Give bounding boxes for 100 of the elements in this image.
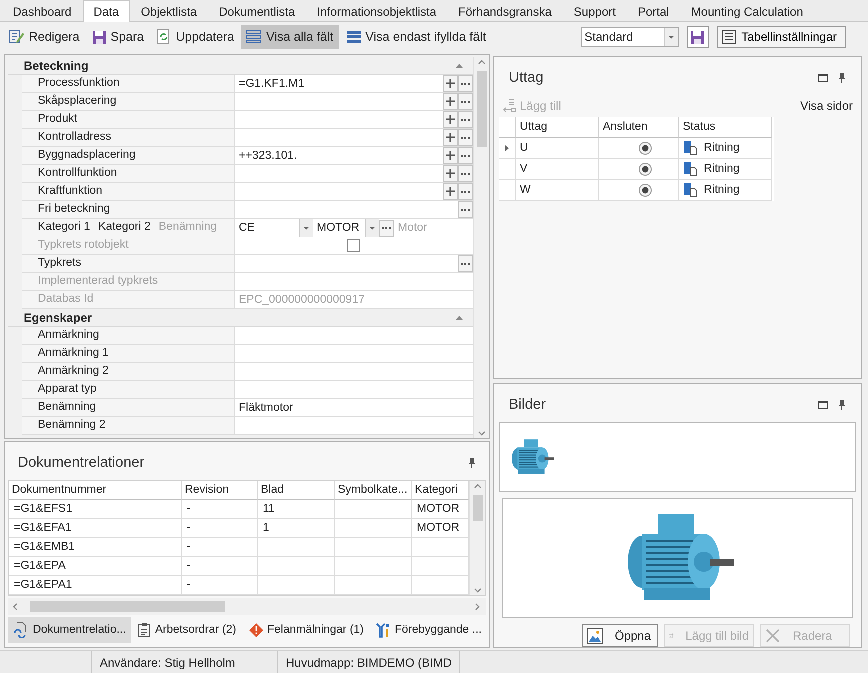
more-button[interactable] — [458, 129, 473, 146]
category-dropdown[interactable]: MOTOR — [313, 219, 379, 237]
pin-icon[interactable] — [838, 73, 846, 83]
scroll-down-icon[interactable] — [478, 430, 486, 438]
maximize-icon[interactable] — [818, 401, 828, 409]
picture-icon — [587, 628, 603, 644]
table-settings-button[interactable]: Tabellinställningar — [716, 26, 846, 48]
save-view-button[interactable] — [686, 26, 709, 48]
more-button[interactable] — [458, 93, 473, 110]
toolbar-button[interactable]: Uppdatera — [151, 25, 240, 49]
more-button[interactable] — [458, 147, 473, 164]
more-button[interactable] — [458, 111, 473, 128]
add-button[interactable] — [443, 111, 458, 128]
scroll-up-icon[interactable] — [474, 483, 482, 491]
more-button[interactable] — [458, 165, 473, 182]
tab[interactable]: Förhandsgranska — [448, 0, 563, 22]
value-field[interactable] — [235, 111, 473, 129]
property-label: Databas Id — [22, 291, 235, 309]
value-field[interactable] — [235, 363, 473, 381]
scrollbar[interactable] — [473, 57, 489, 438]
value-field[interactable] — [235, 201, 473, 219]
table-cell: U — [516, 138, 599, 159]
row-indicator-cell[interactable] — [499, 159, 516, 180]
scrollbar-thumb[interactable] — [30, 601, 225, 612]
value-field[interactable] — [235, 417, 473, 435]
add-button[interactable] — [443, 75, 458, 92]
value-field[interactable]: ++323.101. — [235, 147, 473, 165]
column-header[interactable]: Dokumentnummer — [9, 481, 182, 500]
add-button[interactable] — [443, 183, 458, 200]
view-select[interactable]: Standard — [580, 27, 679, 47]
category-label: Kategori 1 — [38, 221, 90, 235]
tab[interactable]: Dokumentlista — [208, 0, 306, 22]
column-header[interactable]: Uttag — [516, 117, 599, 138]
value-field[interactable] — [235, 255, 473, 273]
panel-tab[interactable]: Förebyggande ... — [371, 617, 487, 643]
add-button[interactable] — [443, 93, 458, 110]
value-field[interactable] — [235, 381, 473, 399]
more-button[interactable] — [458, 183, 473, 200]
toolbar-button[interactable]: Visa endast ifyllda fält — [340, 25, 492, 49]
tab[interactable]: Support — [562, 0, 627, 22]
maximize-icon[interactable] — [818, 74, 828, 82]
value-field[interactable] — [235, 327, 473, 345]
scrollbar[interactable] — [469, 481, 485, 595]
property-label: Kontrollfunktion — [22, 165, 235, 183]
panel-tab[interactable]: Felanmälningar (1) — [244, 617, 370, 643]
row-indicator-cell[interactable] — [499, 138, 516, 159]
add-button[interactable] — [443, 165, 458, 182]
radio-button[interactable] — [639, 162, 652, 176]
more-button[interactable] — [379, 220, 394, 236]
column-header[interactable]: Revision — [182, 481, 258, 500]
category-dropdown[interactable]: CE — [235, 219, 313, 237]
toolbar-button[interactable]: Spara — [86, 25, 150, 49]
column-header[interactable]: Ansluten — [599, 117, 679, 138]
column-header[interactable]: Symbolkate... — [335, 481, 412, 500]
add-button[interactable] — [443, 147, 458, 164]
pin-icon[interactable] — [838, 400, 846, 410]
list-icon — [346, 30, 362, 44]
pin-icon[interactable] — [468, 458, 476, 468]
collapse-caret-icon[interactable] — [456, 316, 463, 320]
tab[interactable]: Data — [82, 0, 130, 22]
more-button[interactable] — [458, 75, 473, 92]
horizontal-scrollbar[interactable] — [8, 598, 486, 615]
value-field[interactable]: Fläktmotor — [235, 399, 473, 417]
value-field[interactable] — [235, 183, 473, 201]
column-header[interactable]: Blad — [258, 481, 335, 500]
column-header[interactable]: Status — [679, 117, 772, 138]
radio-button[interactable] — [639, 184, 652, 196]
scrollbar-thumb[interactable] — [472, 495, 482, 521]
list-icon — [246, 30, 262, 44]
value-field[interactable]: =G1.KF1.M1 — [235, 75, 473, 93]
panel-tab[interactable]: Arbetsordrar (2) — [133, 617, 242, 643]
row-indicator-cell[interactable] — [499, 180, 516, 201]
value-field[interactable] — [235, 165, 473, 183]
toolbar-button[interactable]: Redigera — [4, 25, 85, 49]
radio-button[interactable] — [639, 142, 652, 154]
tab[interactable]: Dashboard — [2, 0, 83, 22]
value-field[interactable] — [235, 345, 473, 363]
more-button[interactable] — [458, 201, 473, 218]
table-cell: - — [182, 519, 258, 538]
scroll-down-icon[interactable] — [474, 587, 482, 595]
image-button[interactable]: Öppna — [582, 624, 658, 647]
show-pages-link[interactable]: Visa sidor — [800, 99, 853, 113]
tab[interactable]: Informationsobjektlista — [306, 0, 448, 22]
tab[interactable]: Mounting Calculation — [680, 0, 814, 22]
scroll-right-icon[interactable] — [474, 602, 482, 610]
plus-icon — [446, 169, 455, 178]
scroll-up-icon[interactable] — [478, 59, 486, 67]
refresh-icon — [156, 29, 172, 45]
scrollbar-thumb[interactable] — [476, 71, 486, 147]
table-cell: - — [182, 576, 258, 595]
tab[interactable]: Objektlista — [130, 0, 208, 22]
value-field[interactable] — [235, 129, 473, 147]
tab[interactable]: Portal — [626, 0, 680, 22]
value-field[interactable] — [235, 93, 473, 111]
collapse-caret-icon[interactable] — [456, 64, 463, 68]
toolbar-button[interactable]: Visa alla fält — [241, 25, 339, 49]
scroll-left-icon[interactable] — [12, 602, 20, 610]
more-button[interactable] — [458, 255, 473, 272]
panel-tab[interactable]: Dokumentrelatio... — [8, 617, 132, 643]
add-button[interactable] — [443, 129, 458, 146]
